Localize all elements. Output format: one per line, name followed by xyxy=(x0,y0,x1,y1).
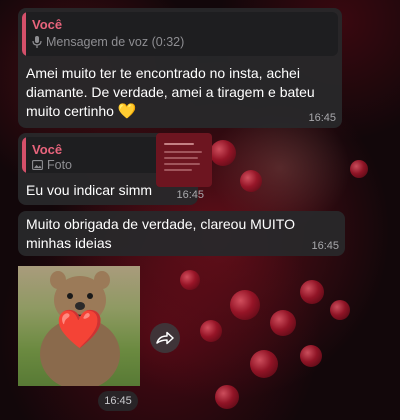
message-bubble[interactable]: Muito obrigada de verdade, clareou MUITO… xyxy=(18,211,345,256)
image-icon xyxy=(32,160,43,170)
message-text-content: Amei muito ter te encontrado no insta, a… xyxy=(26,65,315,119)
reply-type-label: Foto xyxy=(47,158,73,172)
wallpaper-seed xyxy=(215,385,239,409)
thumbnail-text-line xyxy=(164,163,200,165)
wallpaper-seed xyxy=(250,350,278,378)
reply-meta: Foto xyxy=(32,158,72,172)
reply-accent-bar xyxy=(22,137,26,173)
wallpaper-seed xyxy=(330,300,350,320)
thumbnail-text-line xyxy=(164,151,202,153)
thumbnail-text-line xyxy=(164,169,192,171)
message-time: 16:45 xyxy=(176,189,204,201)
wallpaper-seed xyxy=(240,170,262,192)
reply-quote[interactable]: Você Mensagem de voz (0:32) xyxy=(22,12,338,56)
reply-accent-bar xyxy=(22,12,26,56)
reply-photo-thumbnail[interactable] xyxy=(156,133,212,187)
thumbnail-text-line xyxy=(164,157,198,159)
message-text: Muito obrigada de verdade, clareou MUITO… xyxy=(26,216,295,251)
reply-meta: Mensagem de voz (0:32) xyxy=(32,35,184,49)
forward-button[interactable] xyxy=(150,323,180,353)
message-bubble[interactable]: Você Foto Eu vou indicar simm 16:45 xyxy=(18,133,212,205)
reply-author: Você xyxy=(32,17,63,32)
wallpaper-seed xyxy=(200,320,222,342)
wallpaper-seed xyxy=(210,140,236,166)
message-time: 16:45 xyxy=(311,240,339,252)
wallpaper-seed xyxy=(230,290,260,320)
wallpaper-seed xyxy=(300,280,324,304)
photo-time: 16:45 xyxy=(98,391,138,411)
message-bubble[interactable]: Você Mensagem de voz (0:32) Amei muito t… xyxy=(18,8,342,128)
microphone-icon xyxy=(32,36,42,48)
message-text: Eu vou indicar simm xyxy=(26,182,153,198)
photo-message[interactable]: ❤️ xyxy=(18,266,140,386)
wallpaper-seed xyxy=(180,270,200,290)
thumbnail-text-line xyxy=(164,143,194,145)
yellow-heart-emoji: 💛 xyxy=(117,103,137,120)
message-time: 16:45 xyxy=(308,112,336,124)
message-text: Amei muito ter te encontrado no insta, a… xyxy=(26,64,332,121)
wallpaper-seed xyxy=(350,160,368,178)
red-heart-emoji: ❤️ xyxy=(56,309,104,351)
reply-author: Você xyxy=(32,142,63,157)
reply-type-label: Mensagem de voz (0:32) xyxy=(46,35,185,49)
wallpaper-seed xyxy=(270,310,296,336)
forward-icon xyxy=(156,331,174,345)
wallpaper-seed xyxy=(300,345,322,367)
